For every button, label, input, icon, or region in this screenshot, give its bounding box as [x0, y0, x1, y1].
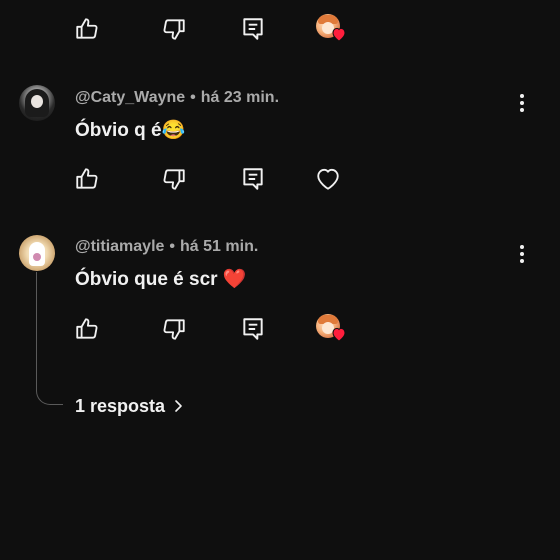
action-row-caty — [0, 161, 560, 201]
heart-filled-icon — [332, 327, 346, 341]
thumb-up-icon — [76, 18, 98, 39]
author-name[interactable]: @Caty_Wayne — [75, 89, 185, 106]
like-button[interactable] — [69, 11, 105, 47]
comment-time: há 51 min. — [180, 238, 259, 255]
comment-time: há 23 min. — [200, 89, 280, 106]
dislike-button[interactable] — [156, 311, 192, 347]
avatar[interactable] — [19, 85, 55, 121]
reply-button[interactable] — [235, 11, 271, 47]
heart-outline-icon — [317, 168, 339, 190]
thumb-up-icon — [76, 168, 98, 189]
reply-button[interactable] — [235, 161, 271, 197]
action-row-titia — [0, 311, 560, 351]
avatar[interactable] — [19, 235, 55, 271]
heart-button[interactable] — [310, 161, 346, 197]
chevron-right-icon — [175, 400, 182, 412]
creator-heart-badge[interactable] — [311, 311, 347, 347]
thumb-down-icon — [163, 19, 185, 40]
dislike-button[interactable] — [156, 11, 192, 47]
action-row-previous — [0, 11, 560, 51]
comment-header: @Caty_Wayne • há 23 min. — [75, 89, 279, 107]
thumb-up-icon — [76, 318, 98, 339]
thumb-down-icon — [163, 169, 185, 190]
like-button[interactable] — [69, 311, 105, 347]
heart-filled-icon — [332, 27, 346, 41]
like-button[interactable] — [69, 161, 105, 197]
thumb-down-icon — [163, 319, 185, 340]
more-options-button[interactable] — [512, 91, 532, 115]
comment-header: @titiamayle • há 51 min. — [75, 238, 258, 256]
replies-count-label: 1 resposta — [75, 395, 166, 416]
comment-text: Óbvio q é😂 — [75, 120, 186, 141]
author-name[interactable]: @titiamayle — [75, 238, 164, 255]
view-replies-button[interactable]: 1 resposta — [75, 393, 183, 419]
reply-button[interactable] — [235, 311, 271, 347]
reply-comment-icon — [243, 168, 263, 190]
dislike-button[interactable] — [156, 161, 192, 197]
reply-comment-icon — [243, 318, 263, 340]
comment-text: Óbvio que é scr ❤️ — [75, 269, 247, 290]
reply-comment-icon — [243, 18, 263, 40]
separator: • — [190, 89, 196, 106]
more-options-button[interactable] — [512, 242, 532, 266]
creator-heart-badge[interactable] — [311, 11, 347, 47]
separator: • — [169, 238, 176, 255]
